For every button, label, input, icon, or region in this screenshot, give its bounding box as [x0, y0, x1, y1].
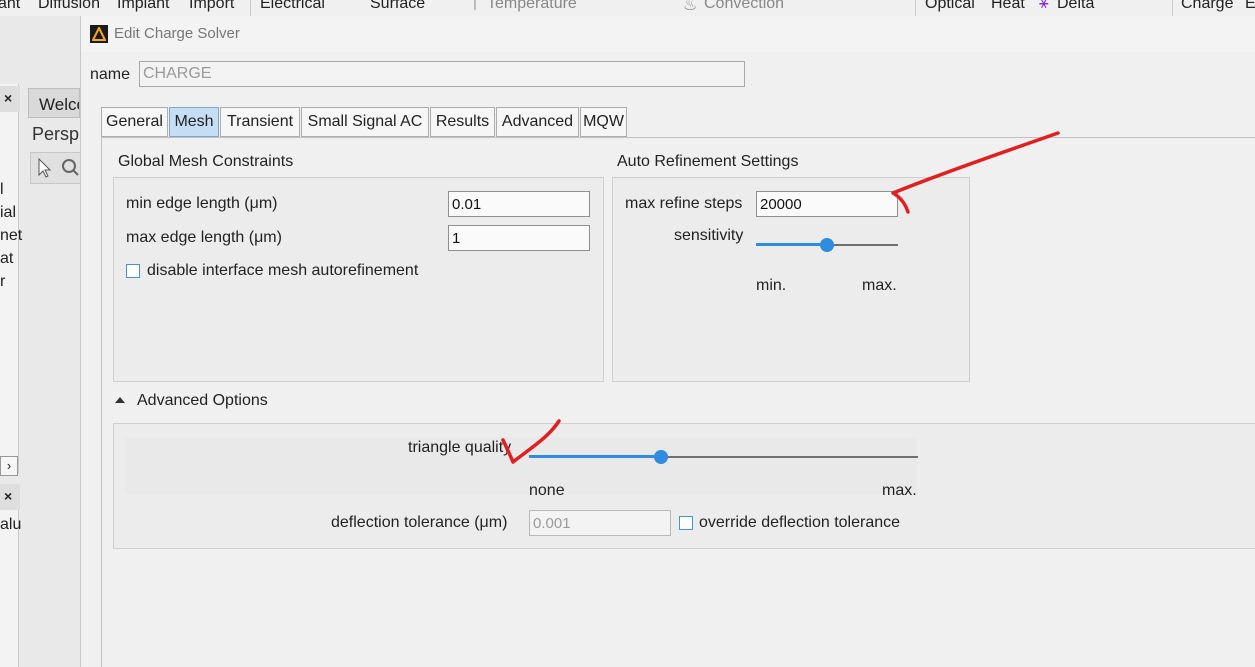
- edit-charge-solver-dialog: Edit Charge Solver name General Mesh Tra…: [80, 16, 1255, 667]
- bg-menu-item[interactable]: E: [1245, 0, 1255, 13]
- triangle-quality-label: triangle quality: [408, 439, 512, 456]
- bg-menu-item[interactable]: Delta: [1057, 0, 1094, 13]
- sensitivity-max-label: max.: [862, 277, 897, 294]
- bg-menu-item[interactable]: Heat: [991, 0, 1025, 13]
- triangle-quality-none-label: none: [529, 482, 565, 499]
- convection-icon: ♨: [683, 0, 698, 14]
- bg-panel-text: r: [0, 273, 6, 290]
- sensitivity-label: sensitivity: [674, 227, 744, 244]
- sensitivity-min-label: min.: [756, 277, 787, 294]
- background-side-panel-2: [0, 484, 19, 667]
- triangle-quality-max-label: max.: [882, 482, 917, 499]
- max-refine-field[interactable]: [756, 191, 898, 217]
- chevron-right-icon[interactable]: ›: [0, 456, 18, 476]
- app-logo-icon: [90, 25, 108, 43]
- bg-welcome-tab[interactable]: Welco: [28, 88, 80, 118]
- background-toolbar: ant Diffusion Implant Import Electrical …: [0, 0, 1255, 16]
- triangle-quality-slider[interactable]: [529, 448, 918, 466]
- sensitivity-slider[interactable]: [756, 236, 898, 254]
- name-label: name: [90, 66, 131, 83]
- dialog-title: Edit Charge Solver: [114, 25, 240, 42]
- bg-menu-item[interactable]: Implant: [117, 0, 169, 13]
- tab-mesh[interactable]: Mesh: [169, 107, 219, 137]
- name-field[interactable]: [139, 61, 745, 87]
- bg-panel-header: ×: [0, 86, 20, 112]
- tab-results[interactable]: Results: [430, 107, 495, 137]
- close-icon[interactable]: ×: [4, 488, 12, 504]
- bg-panel-text: ial: [0, 204, 17, 221]
- bg-menu-item[interactable]: Import: [189, 0, 234, 13]
- bg-panel-text: net: [0, 227, 23, 244]
- advanced-options-title[interactable]: Advanced Options: [137, 392, 268, 410]
- bg-menu-item[interactable]: Convection: [704, 0, 784, 13]
- override-deflection-label: override deflection tolerance: [699, 514, 901, 531]
- tab-general[interactable]: General: [101, 107, 168, 137]
- slider-thumb[interactable]: [654, 450, 668, 464]
- bg-menu-item[interactable]: Surface: [370, 0, 425, 13]
- min-edge-field[interactable]: [448, 191, 590, 217]
- deflection-tolerance-label: deflection tolerance (μm): [331, 514, 508, 531]
- bg-tool-strip: [30, 152, 82, 184]
- bg-menu-item[interactable]: ant: [0, 0, 20, 13]
- bg-menu-item[interactable]: Temperature: [487, 0, 577, 13]
- auto-refinement-title: Auto Refinement Settings: [617, 153, 799, 170]
- override-deflection-checkbox[interactable]: [679, 516, 693, 530]
- dialog-titlebar: Edit Charge Solver: [81, 16, 1255, 52]
- bg-menu-item[interactable]: Optical: [925, 0, 975, 13]
- thermometer-icon: ⊤: [468, 0, 482, 14]
- tab-mqw[interactable]: MQW: [580, 107, 627, 137]
- tab-advanced[interactable]: Advanced: [496, 107, 579, 137]
- bg-panel-text: alu: [0, 516, 22, 533]
- min-edge-label: min edge length (μm): [126, 195, 278, 212]
- slider-thumb[interactable]: [820, 238, 834, 252]
- pointer-zoom-icons[interactable]: [31, 153, 79, 181]
- delta-icon: ⚹: [1039, 0, 1049, 12]
- close-icon[interactable]: ×: [4, 90, 12, 106]
- bg-menu-item[interactable]: Diffusion: [38, 0, 100, 13]
- collapse-arrow-icon[interactable]: [115, 397, 125, 403]
- disable-autorefine-checkbox[interactable]: [126, 264, 140, 278]
- global-mesh-title: Global Mesh Constraints: [118, 153, 294, 170]
- max-edge-field[interactable]: [448, 225, 590, 251]
- tab-small-signal-ac[interactable]: Small Signal AC: [301, 107, 429, 137]
- bg-menu-item[interactable]: Charge: [1181, 0, 1233, 13]
- bg-menu-item[interactable]: Electrical: [260, 0, 325, 13]
- bg-panel-text: at: [0, 250, 14, 267]
- tab-transient[interactable]: Transient: [220, 107, 300, 137]
- bg-panel-text: l: [0, 181, 4, 198]
- deflection-tolerance-field[interactable]: [529, 510, 671, 536]
- max-refine-label: max refine steps: [625, 195, 743, 212]
- bg-perspective-label: Persp: [32, 124, 80, 144]
- bg-panel-header: ×: [0, 484, 20, 510]
- max-edge-label: max edge length (μm): [126, 229, 282, 246]
- slider-fill: [756, 243, 827, 246]
- disable-autorefine-label: disable interface mesh autorefinement: [147, 262, 419, 279]
- slider-fill: [529, 455, 661, 458]
